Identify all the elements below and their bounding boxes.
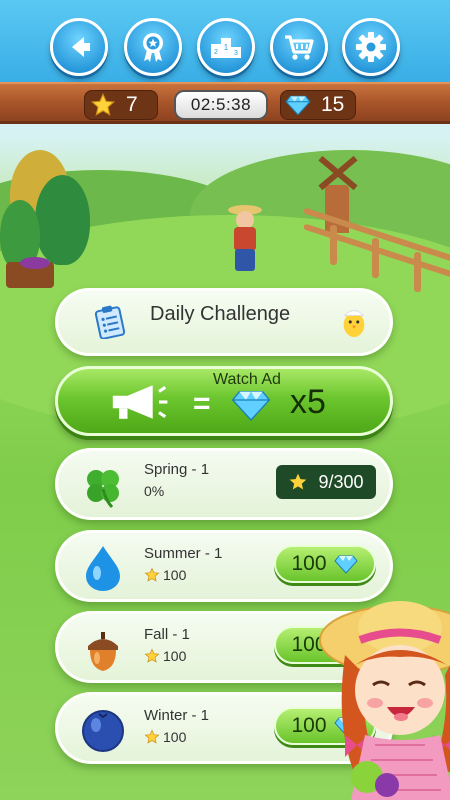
level-name: Spring - 1 bbox=[144, 461, 210, 478]
star-cost-value: 100 bbox=[163, 729, 187, 745]
daily-challenge-button[interactable]: Daily Challenge bbox=[55, 288, 393, 356]
timer: 02:5:38 bbox=[174, 90, 268, 120]
star-icon bbox=[144, 648, 160, 663]
level-status: 0% bbox=[144, 483, 165, 499]
star-icon bbox=[290, 473, 307, 490]
clover-icon bbox=[87, 470, 119, 509]
leaderboard-icon: 1 2 3 bbox=[211, 38, 241, 58]
back-button[interactable] bbox=[50, 18, 108, 76]
unlock-button[interactable]: 100 bbox=[274, 545, 376, 583]
gems-count: 15 bbox=[321, 93, 345, 116]
star-icon bbox=[144, 729, 160, 744]
stars-counter: 7 bbox=[84, 90, 158, 120]
star-cost-value: 100 bbox=[163, 648, 187, 664]
back-icon bbox=[72, 37, 90, 57]
farm-girl-mascot bbox=[319, 601, 450, 800]
farmer-character bbox=[228, 205, 262, 273]
settings-gear-icon bbox=[356, 32, 386, 62]
star-icon bbox=[144, 567, 160, 582]
shop-cart-icon bbox=[285, 35, 314, 60]
chick-icon bbox=[343, 310, 365, 337]
award-icon bbox=[143, 33, 163, 62]
stars-count: 7 bbox=[126, 93, 138, 116]
unlock-price: 100 bbox=[291, 552, 327, 575]
shop-button[interactable] bbox=[270, 18, 328, 76]
level-star-cost: 100 bbox=[144, 567, 186, 583]
daily-challenge-label: Daily Challenge bbox=[150, 303, 291, 325]
svg-text:1: 1 bbox=[224, 43, 229, 52]
diamond-icon bbox=[285, 95, 311, 116]
star-icon bbox=[90, 92, 116, 116]
checklist-icon bbox=[94, 305, 126, 339]
diamond-icon bbox=[333, 555, 358, 574]
water-drop-icon bbox=[86, 546, 120, 591]
level-star-cost: 100 bbox=[144, 648, 186, 664]
diamond-icon bbox=[231, 391, 271, 421]
equals-sign: = bbox=[193, 387, 211, 420]
level-name: Summer - 1 bbox=[144, 545, 223, 562]
svg-text:2: 2 bbox=[214, 49, 218, 56]
reward-multiplier: x5 bbox=[290, 383, 326, 421]
blueberry-icon bbox=[82, 710, 124, 752]
timer-value: 02:5:38 bbox=[190, 95, 252, 114]
star-cost-value: 100 bbox=[163, 567, 187, 583]
level-card-summer[interactable]: Summer - 1 100 100 bbox=[55, 530, 393, 602]
level-star-cost: 100 bbox=[144, 729, 186, 745]
star-progress-value: 9/300 bbox=[318, 471, 364, 492]
watch-ad-button[interactable]: Watch Ad = x5 bbox=[55, 366, 393, 436]
megaphone-icon bbox=[112, 385, 168, 419]
svg-text:3: 3 bbox=[234, 50, 238, 57]
achievements-button[interactable] bbox=[124, 18, 182, 76]
level-name: Winter - 1 bbox=[144, 707, 210, 724]
settings-button[interactable] bbox=[342, 18, 400, 76]
acorn-icon bbox=[88, 632, 118, 671]
gems-counter: 15 bbox=[280, 90, 356, 120]
leaderboard-button[interactable]: 1 2 3 bbox=[197, 18, 255, 76]
level-card-spring[interactable]: Spring - 1 0% 9/300 bbox=[55, 448, 393, 520]
level-name: Fall - 1 bbox=[144, 626, 190, 643]
star-progress: 9/300 bbox=[276, 465, 376, 499]
